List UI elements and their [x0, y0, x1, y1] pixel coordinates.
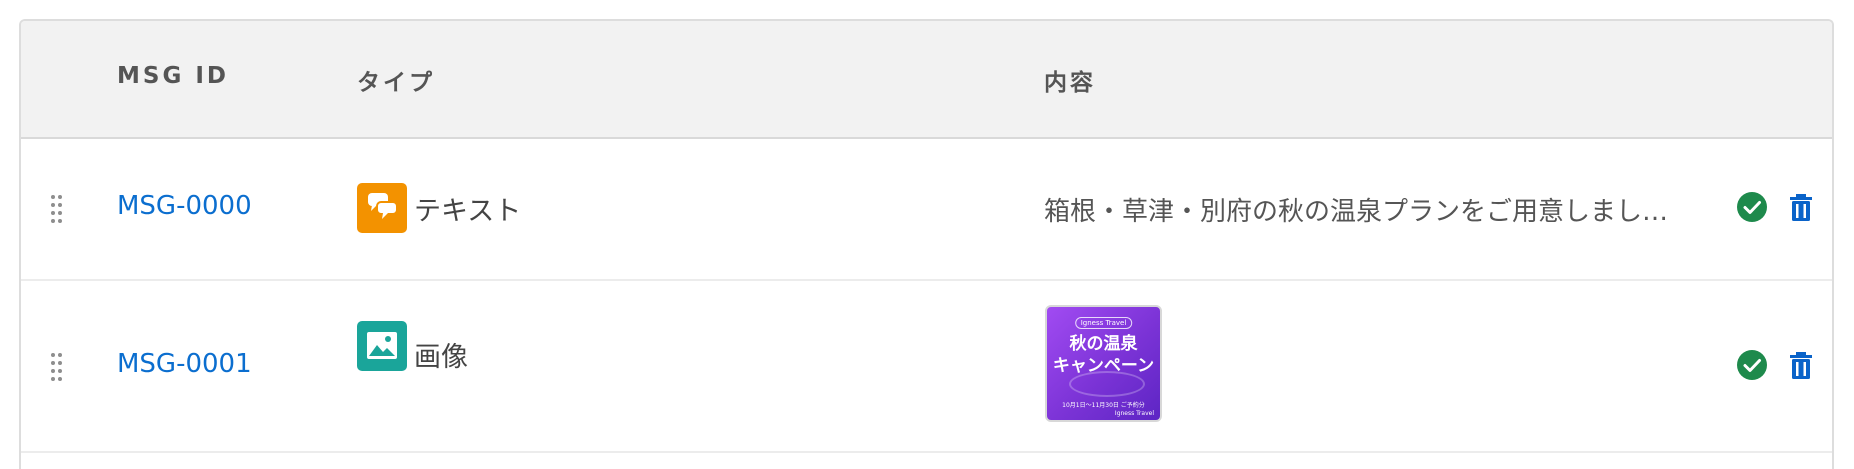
- drag-handle-icon[interactable]: [51, 353, 63, 383]
- table-row[interactable]: MSG-0001 画像 Igness Travel 秋の温泉 キャンペーン 10…: [21, 281, 1832, 453]
- message-table: MSG ID タイプ 内容 MSG-0000 テキスト 箱根・草津・別府の秋の温…: [19, 19, 1834, 469]
- thumbnail-headline: 秋の温泉 キャンペーン: [1052, 334, 1155, 376]
- table-header: MSG ID タイプ 内容: [21, 21, 1832, 139]
- check-circle-icon[interactable]: [1736, 349, 1768, 381]
- column-header-msg-id[interactable]: MSG ID: [117, 63, 229, 89]
- type-label: テキスト: [414, 196, 522, 227]
- image-icon: [357, 321, 407, 371]
- type-label: 画像: [414, 342, 468, 373]
- msg-id-link[interactable]: MSG-0001: [117, 349, 252, 379]
- thumbnail-brand-footer: Igness Travel: [1114, 410, 1154, 417]
- drag-handle-icon[interactable]: [51, 195, 63, 225]
- thumbnail-brand: Igness Travel: [1074, 317, 1133, 329]
- column-header-content[interactable]: 内容: [1044, 63, 1096, 97]
- check-circle-icon[interactable]: [1736, 191, 1768, 223]
- content-text: 箱根・草津・別府の秋の温泉プランをご用意しました…: [1044, 197, 1689, 227]
- msg-id-link[interactable]: MSG-0000: [117, 191, 252, 221]
- chat-bubbles-icon: [357, 183, 407, 233]
- thumbnail-period: 10月1日〜11月30日 ご予約分: [1062, 402, 1145, 409]
- trash-icon[interactable]: [1785, 191, 1817, 223]
- trash-icon[interactable]: [1785, 349, 1817, 381]
- image-thumbnail[interactable]: Igness Travel 秋の温泉 キャンペーン 10月1日〜11月30日 ご…: [1045, 305, 1162, 422]
- column-header-type[interactable]: タイプ: [357, 63, 435, 97]
- table-row[interactable]: MSG-0000 テキスト 箱根・草津・別府の秋の温泉プランをご用意しました…: [21, 139, 1832, 281]
